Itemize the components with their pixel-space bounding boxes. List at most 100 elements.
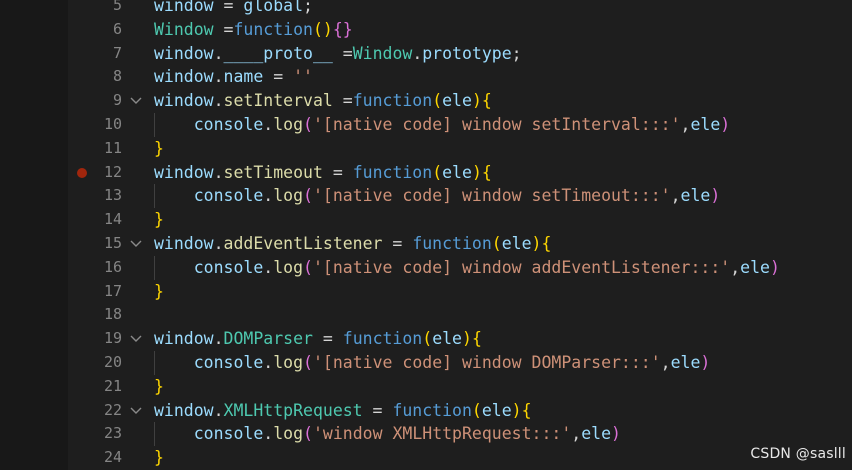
code-line[interactable]: 7 window.____proto__ =Window.prototype; xyxy=(0,42,852,66)
code-token: } xyxy=(154,448,164,468)
code-line[interactable]: 14} xyxy=(0,208,852,232)
code-token: . xyxy=(213,400,224,420)
code-line[interactable]: 15 window.addEventListener = function(ele… xyxy=(0,232,852,256)
code-text[interactable]: console.log('window XMLHttpRequest:::',e… xyxy=(154,422,621,446)
code-token: { xyxy=(541,234,552,253)
code-line[interactable]: 5 window = global; xyxy=(0,0,852,18)
code-token: ) xyxy=(769,257,780,277)
code-text[interactable]: console.log('[native code] window setTim… xyxy=(154,184,721,208)
code-text[interactable]: console.log('[native code] window setInt… xyxy=(154,113,730,137)
code-line[interactable]: 23 console.log('window XMLHttpRequest:::… xyxy=(0,422,852,447)
code-text[interactable]: } xyxy=(154,280,164,304)
code-token: ele xyxy=(501,234,532,253)
code-line[interactable]: 19 window.DOMParser = function(ele){ xyxy=(0,327,852,351)
code-token: 'window XMLHttpRequest:::' xyxy=(312,424,572,444)
code-token: Window xyxy=(154,19,214,39)
code-text[interactable]: window = global; xyxy=(154,0,313,18)
code-token: = xyxy=(332,91,353,111)
code-line[interactable]: 6 Window =function(){} xyxy=(0,18,852,42)
code-token: { xyxy=(471,329,482,349)
code-text[interactable]: } xyxy=(154,375,164,399)
code-text[interactable]: } xyxy=(154,137,164,161)
code-token: console xyxy=(193,424,264,444)
code-text[interactable]: } xyxy=(154,208,164,232)
code-lines[interactable]: 5 window = global; 6 Window =function(){} 7 w… xyxy=(0,0,852,470)
code-token: global xyxy=(243,0,304,15)
code-token: console xyxy=(193,353,264,372)
code-token: window xyxy=(154,162,214,182)
code-token: . xyxy=(213,67,224,87)
line-number: 19 xyxy=(103,329,122,348)
code-token: . xyxy=(263,115,274,134)
line-number: 14 xyxy=(103,210,122,229)
code-text[interactable]: console.log('[native code] window addEve… xyxy=(154,256,780,280)
code-text[interactable]: window.addEventListener = function(ele){ xyxy=(154,232,551,256)
code-token: ) xyxy=(471,91,482,111)
code-token: ( xyxy=(491,234,502,253)
code-token: window xyxy=(154,329,214,349)
code-line[interactable]: 9 window.setInterval =function(ele){ xyxy=(0,89,852,113)
code-line[interactable]: 21} xyxy=(0,375,852,399)
line-number: 5 xyxy=(112,0,122,14)
code-token: ele xyxy=(680,186,711,206)
fold-chevron-down-icon[interactable] xyxy=(128,232,144,256)
code-token: function xyxy=(352,162,433,182)
code-text[interactable]: window.____proto__ =Window.prototype; xyxy=(154,42,522,66)
code-token: window xyxy=(154,91,214,111)
code-line[interactable]: 22 window.XMLHttpRequest = function(ele){ xyxy=(0,399,852,423)
code-token: '[native code] window setInterval:::' xyxy=(312,115,681,134)
code-token: = xyxy=(322,162,353,182)
code-token: . xyxy=(213,234,224,253)
code-token: ) xyxy=(531,234,542,253)
code-text[interactable]: window.setInterval =function(ele){ xyxy=(154,89,492,113)
code-token: = xyxy=(213,0,244,15)
code-token: setInterval xyxy=(223,91,333,111)
code-token: function xyxy=(352,91,433,111)
code-text[interactable]: window.name = '' xyxy=(154,65,313,89)
code-token: , xyxy=(660,353,671,372)
code-text[interactable]: window.XMLHttpRequest = function(ele){ xyxy=(154,399,532,423)
code-token: console xyxy=(193,186,264,206)
code-line[interactable]: 24} xyxy=(0,446,852,470)
code-token: . xyxy=(213,43,224,63)
code-token: function xyxy=(342,329,423,349)
code-line[interactable]: 16 console.log('[native code] window add… xyxy=(0,255,852,280)
code-token: window xyxy=(154,234,214,253)
code-text[interactable]: window.setTimeout = function(ele){ xyxy=(154,161,492,185)
fold-chevron-down-icon[interactable] xyxy=(128,89,144,113)
code-token: } xyxy=(154,210,164,230)
fold-chevron-down-icon[interactable] xyxy=(128,327,144,351)
code-line[interactable]: 18 xyxy=(0,303,852,327)
code-line[interactable]: 20 console.log('[native code] window DOM… xyxy=(0,351,852,375)
code-token: . xyxy=(263,257,274,277)
code-token: ; xyxy=(303,0,313,15)
code-line[interactable]: 12 window.setTimeout = function(ele){ xyxy=(0,161,852,185)
code-text[interactable]: window.DOMParser = function(ele){ xyxy=(154,327,482,351)
code-line[interactable]: 8 window.name = '' xyxy=(0,65,852,89)
code-line[interactable]: 13 console.log('[native code] window set… xyxy=(0,184,852,209)
code-token: ; xyxy=(511,43,522,63)
code-editor[interactable]: 5 window = global; 6 Window =function(){} 7 w… xyxy=(0,0,852,470)
fold-chevron-down-icon[interactable] xyxy=(128,399,144,423)
code-token: { xyxy=(481,91,492,111)
code-token: ( xyxy=(422,329,433,349)
code-text[interactable]: Window =function(){} xyxy=(154,18,353,42)
code-token: . xyxy=(213,91,224,111)
line-number: 18 xyxy=(103,305,122,324)
code-token: ) xyxy=(471,162,482,182)
code-token: log xyxy=(273,115,304,134)
code-token: function xyxy=(412,234,492,253)
code-line[interactable]: 17} xyxy=(0,280,852,304)
code-text[interactable]: } xyxy=(154,446,164,470)
code-text[interactable]: console.log('[native code] window DOMPar… xyxy=(154,351,711,375)
code-token: DOMParser xyxy=(223,329,313,349)
code-line[interactable]: 11} xyxy=(0,137,852,161)
code-token: log xyxy=(273,353,304,372)
code-token: ( xyxy=(303,115,313,134)
watermark-text: CSDN @saslll xyxy=(750,446,846,462)
line-number: 7 xyxy=(112,43,122,62)
code-line[interactable]: 10 console.log('[native code] window set… xyxy=(0,113,852,137)
